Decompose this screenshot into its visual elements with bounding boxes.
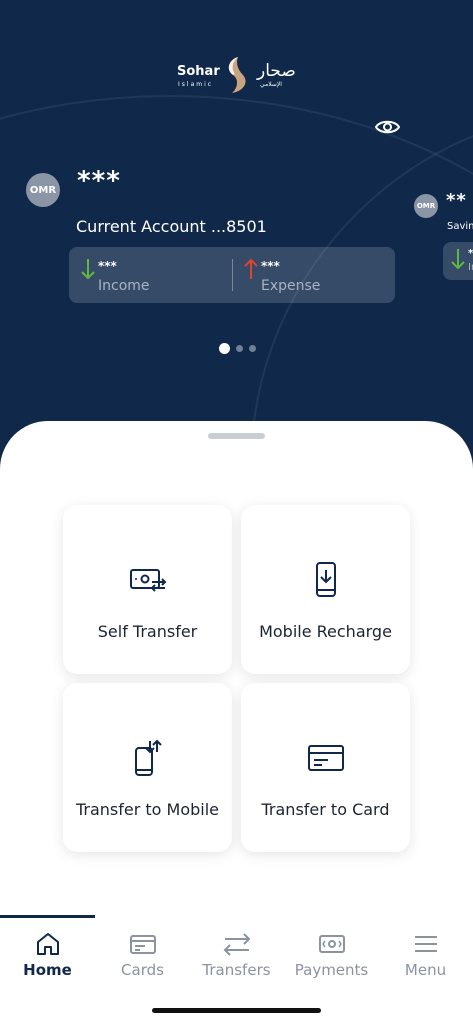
arrow-down-icon [451,249,465,270]
nav-label: Home [23,961,72,979]
nav-cards[interactable]: Cards [95,931,190,987]
account-header: Sohar Islamic صحار الإسلامي OMR *** Curr… [0,0,473,470]
transfer-to-mobile-button[interactable]: Transfer to Mobile [63,683,232,852]
home-icon [36,933,59,955]
income-label: Income [98,278,150,294]
action-label: Transfer to Mobile [75,800,220,819]
logo-text-en: Sohar [177,64,220,79]
account-name: Savin [447,221,473,232]
expense-label: Expense [261,278,321,294]
account-balance: ** [446,190,467,211]
phone-transfer-icon [134,740,162,776]
nav-label: Cards [121,961,164,979]
drag-handle[interactable] [208,433,265,439]
pagination-dot[interactable] [249,345,256,352]
payments-icon [318,935,345,953]
arrow-down-icon [81,259,95,280]
transfers-icon [223,933,250,956]
nav-label: Menu [404,961,447,979]
logo-mark-icon [228,57,246,93]
nav-transfers[interactable]: Transfers [189,931,284,987]
nav-label: Payments [294,961,369,979]
nav-payments[interactable]: Payments [284,931,379,987]
home-indicator-bar [152,1008,321,1013]
card-icon [307,745,344,771]
account-balance: *** [77,166,121,196]
nav-home[interactable]: Home [0,931,95,987]
income-value: *** [98,259,117,273]
income-expense-summary: ** In [443,242,473,280]
transfer-to-card-button[interactable]: Transfer to Card [241,683,410,852]
active-tab-indicator [0,915,95,918]
logo-subtext-en: Islamic [178,81,214,88]
summary-divider [232,259,233,291]
carousel-pagination[interactable] [219,343,256,354]
logo-text-ar: صحار [257,61,296,81]
menu-icon [414,936,437,952]
income-expense-summary: *** Income *** Expense [69,247,395,303]
action-label: Transfer to Card [261,800,390,819]
nav-label: Transfers [202,961,271,979]
income-label: In [468,262,473,273]
sohar-islamic-logo: Sohar Islamic صحار الإسلامي [176,55,298,95]
self-transfer-button[interactable]: Self Transfer [63,505,232,674]
bottom-navigation: Home Cards Transfers Payments Menu [0,915,473,1024]
account-name: Current Account ...8501 [76,217,267,236]
mobile-recharge-icon [315,562,336,597]
mobile-recharge-button[interactable]: Mobile Recharge [241,505,410,674]
pagination-dot-active[interactable] [219,343,230,354]
income-value: ** [468,248,473,259]
logo-subtext-ar: الإسلامي [260,81,282,88]
expense-value: *** [261,259,280,273]
card-icon [129,935,156,954]
action-label: Mobile Recharge [259,622,392,641]
arrow-up-icon [244,258,258,279]
pagination-dot[interactable] [236,345,243,352]
action-label: Self Transfer [97,622,198,641]
show-balance-eye-icon[interactable] [375,117,400,137]
nav-menu[interactable]: Menu [378,931,473,987]
currency-badge: OMR [26,173,60,207]
currency-badge: OMR [414,194,438,218]
money-transfer-icon [129,569,166,592]
